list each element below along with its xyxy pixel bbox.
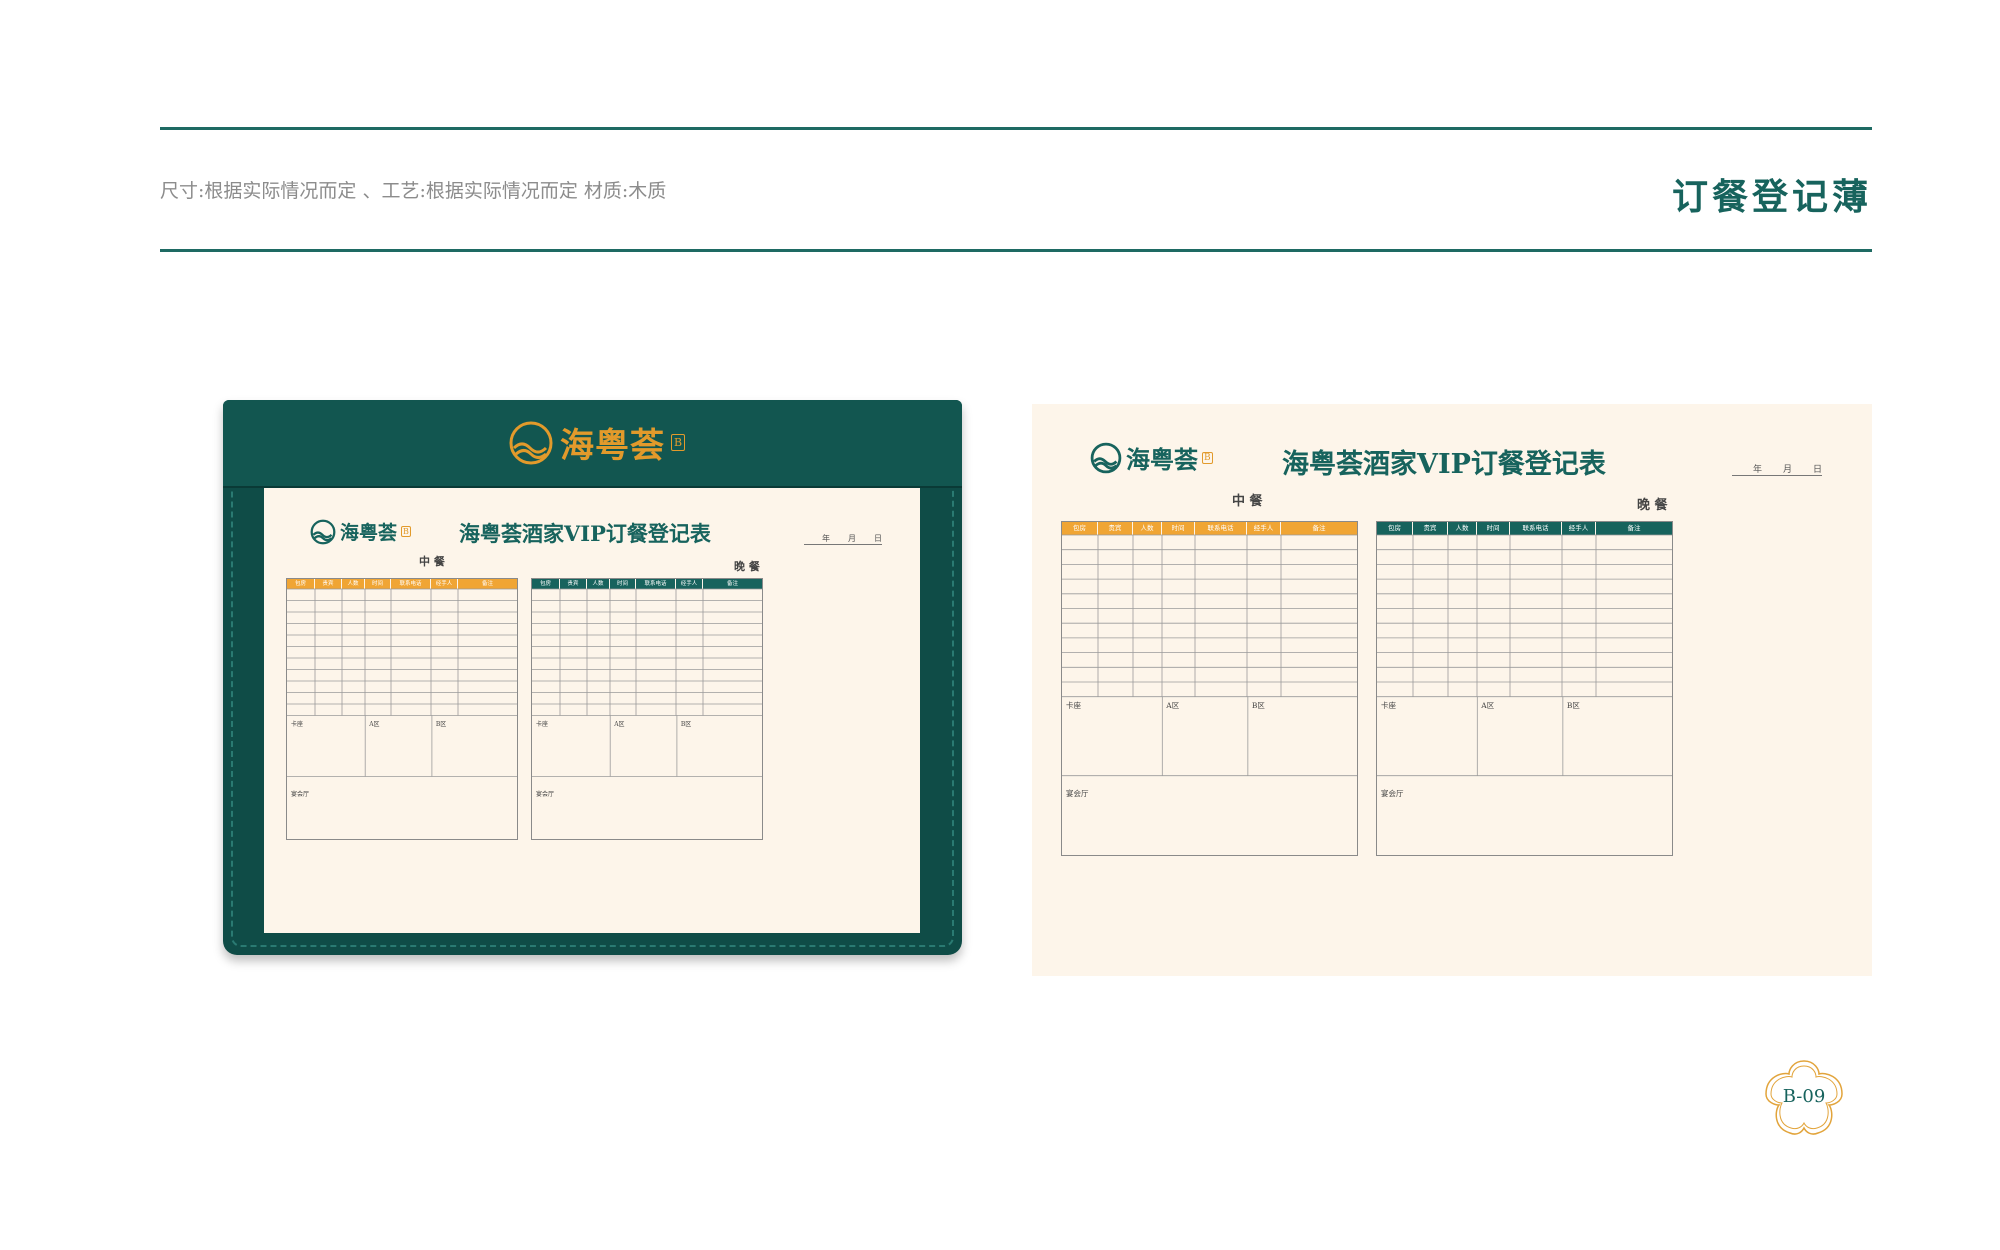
page-title: 订餐登记薄 <box>1671 176 1872 218</box>
dinner-label: 晚 餐 <box>1637 498 1668 513</box>
sheet-date: 年 月 日 <box>1732 462 1822 476</box>
table-grid <box>1377 534 1672 777</box>
header-bottom-rule <box>160 249 1872 252</box>
wave-logo-icon <box>310 519 336 544</box>
order-sheet-large: 海粤荟 B 海粤荟酒家VIP订餐登记表 年 月 日 中 餐 晚 餐 包房 贵宾 人数… <box>1032 404 1872 976</box>
folder-logo-tag: B <box>671 434 686 451</box>
sheet-date: 年 月 日 <box>804 533 882 545</box>
sheet-logo: 海粤荟 B <box>1090 440 1213 475</box>
lunch-label: 中 餐 <box>1232 494 1263 509</box>
sheet-logo-tag: B <box>1202 451 1213 464</box>
folder-flap: 海粤荟 B <box>223 400 962 488</box>
wave-logo-icon <box>509 421 553 464</box>
table-grid <box>532 588 762 777</box>
zone-kazuo-label: 卡座 <box>291 720 304 728</box>
zone-b-label: B区 <box>1566 700 1580 710</box>
dinner-booking-table: 包房 贵宾 人数 时间 联系电话 经手人 备注 卡座 A区 B区 宴会厅 <box>531 578 763 840</box>
zone-a-label: A区 <box>369 720 380 728</box>
dinner-booking-table: 包房 贵宾 人数 时间 联系电话 经手人 备注 卡座 A区 B区 宴会厅 <box>1376 521 1673 856</box>
dinner-label: 晚 餐 <box>734 560 760 573</box>
wave-logo-icon <box>1090 442 1122 473</box>
date-year: 年 <box>804 533 830 545</box>
sheet-title: 海粤荟酒家VIP订餐登记表 <box>459 521 711 546</box>
sheet-logo-text: 海粤荟 <box>340 522 398 544</box>
zone-kazuo-label: 卡座 <box>1066 700 1081 710</box>
sheet-logo: 海粤荟 B <box>310 518 411 545</box>
lunch-booking-table: 包房 贵宾 人数 时间 联系电话 经手人 备注 卡座 A区 B区 宴会厅 <box>1061 521 1358 856</box>
zone-banquet-label: 宴会厅 <box>1381 788 1404 798</box>
date-day: 日 <box>1792 462 1822 476</box>
folder-logo: 海粤荟 B <box>508 418 686 467</box>
zone-a-label: A区 <box>614 720 625 728</box>
zone-b-label: B区 <box>1251 700 1265 710</box>
zone-b-label: B区 <box>680 720 692 728</box>
sheet-title: 海粤荟酒家VIP订餐登记表 <box>1282 449 1606 480</box>
sheet-logo-text: 海粤荟 <box>1126 445 1198 474</box>
order-sheet-small: 海粤荟 B 海粤荟酒家VIP订餐登记表 年 月 日 中 餐 晚 餐 包房 贵宾 人数… <box>264 488 920 933</box>
table-grid <box>1062 534 1357 777</box>
date-month: 月 <box>830 533 856 545</box>
lunch-booking-table: 包房 贵宾 人数 时间 联系电话 经手人 备注 卡座 A区 B区 宴会厅 <box>286 578 518 840</box>
table-grid <box>287 588 517 777</box>
zone-b-label: B区 <box>435 720 447 728</box>
zone-banquet-label: 宴会厅 <box>291 790 310 798</box>
zone-a-label: A区 <box>1166 700 1180 710</box>
zone-banquet-label: 宴会厅 <box>1066 788 1089 798</box>
top-rule <box>160 127 1872 130</box>
date-month: 月 <box>1762 462 1792 476</box>
page-code: B-09 <box>1782 1086 1826 1107</box>
folder-logo-text: 海粤荟 <box>560 426 665 466</box>
zone-kazuo-label: 卡座 <box>536 720 549 728</box>
zone-banquet-label: 宴会厅 <box>536 790 555 798</box>
date-year: 年 <box>1732 462 1762 476</box>
sheet-logo-tag: B <box>401 526 411 537</box>
date-day: 日 <box>856 533 882 545</box>
zone-a-label: A区 <box>1481 700 1495 710</box>
zone-kazuo-label: 卡座 <box>1381 700 1396 710</box>
lunch-label: 中 餐 <box>419 555 445 568</box>
spec-text: 尺寸:根据实际情况而定 、工艺:根据实际情况而定 材质:木质 <box>160 180 667 202</box>
